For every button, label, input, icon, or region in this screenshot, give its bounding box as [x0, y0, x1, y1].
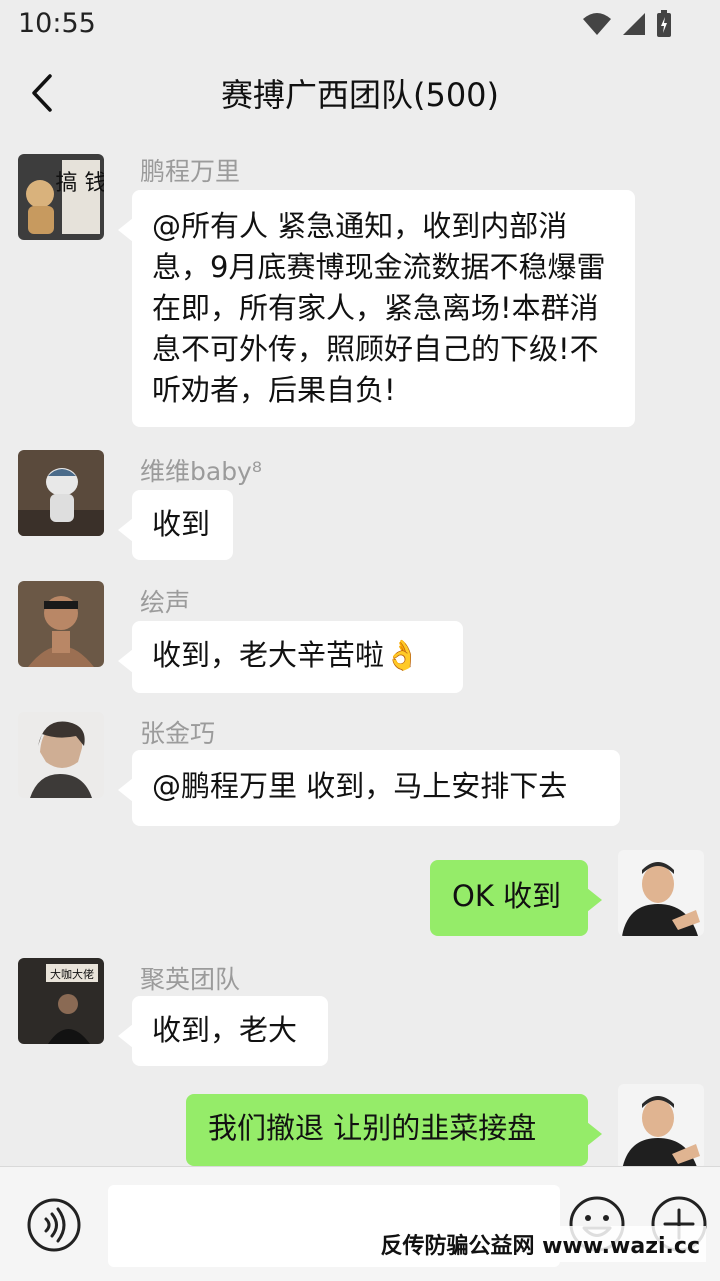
avatar[interactable] [18, 712, 104, 798]
avatar[interactable]: 搞 钱 [18, 154, 104, 240]
signal-icon [622, 13, 645, 35]
avatar[interactable] [18, 581, 104, 667]
avatar[interactable] [18, 450, 104, 536]
message-bubble[interactable]: @鹏程万里 收到，马上安排下去 [118, 750, 620, 826]
status-time: 10:55 [18, 8, 96, 39]
avatar[interactable]: 大咖大佬 [18, 958, 104, 1044]
battery-icon [657, 10, 671, 37]
status-bar: 10:55 [0, 0, 720, 52]
message-bubble-mine[interactable]: 我们撤退 让别的韭菜接盘 [186, 1094, 602, 1166]
my-avatar[interactable] [618, 850, 704, 936]
my-avatar[interactable] [618, 1084, 704, 1166]
message-bubble-mine[interactable]: OK 收到 [430, 860, 602, 936]
voice-icon [27, 1198, 81, 1252]
sender-name: 张金巧 [140, 719, 216, 748]
chat-header: 赛搏广西团队(500) [0, 52, 720, 136]
sender-name: 聚英团队 [140, 965, 241, 994]
status-icons [578, 10, 672, 40]
wifi-icon [582, 13, 611, 35]
sender-name: 鹏程万里 [140, 157, 241, 186]
sender-name: 维维baby⁸ [140, 457, 262, 486]
message-list[interactable]: 搞 钱 鹏程万里 @所有人 紧急通知，收到内部消息，9月底赛博现金流数据不稳爆雷… [0, 136, 720, 1166]
message-bubble[interactable]: 收到 [118, 490, 233, 560]
message-bubble[interactable]: 收到，老大 [118, 996, 328, 1066]
voice-button[interactable] [26, 1197, 82, 1253]
chat-title: 赛搏广西团队(500) [220, 76, 500, 114]
svg-text:大咖大佬: 大咖大佬 [50, 967, 94, 981]
watermark-text: 反传防骗公益网 www.wazi.cc [374, 1226, 706, 1262]
input-bar [0, 1166, 720, 1281]
message-bubble[interactable]: 收到，老大辛苦啦👌 [118, 621, 463, 693]
sender-name: 绘声 [140, 588, 191, 617]
message-bubble[interactable]: @所有人 紧急通知，收到内部消息，9月底赛博现金流数据不稳爆雷在即，所有家人，紧… [118, 190, 635, 427]
svg-text:搞 钱: 搞 钱 [56, 171, 105, 196]
